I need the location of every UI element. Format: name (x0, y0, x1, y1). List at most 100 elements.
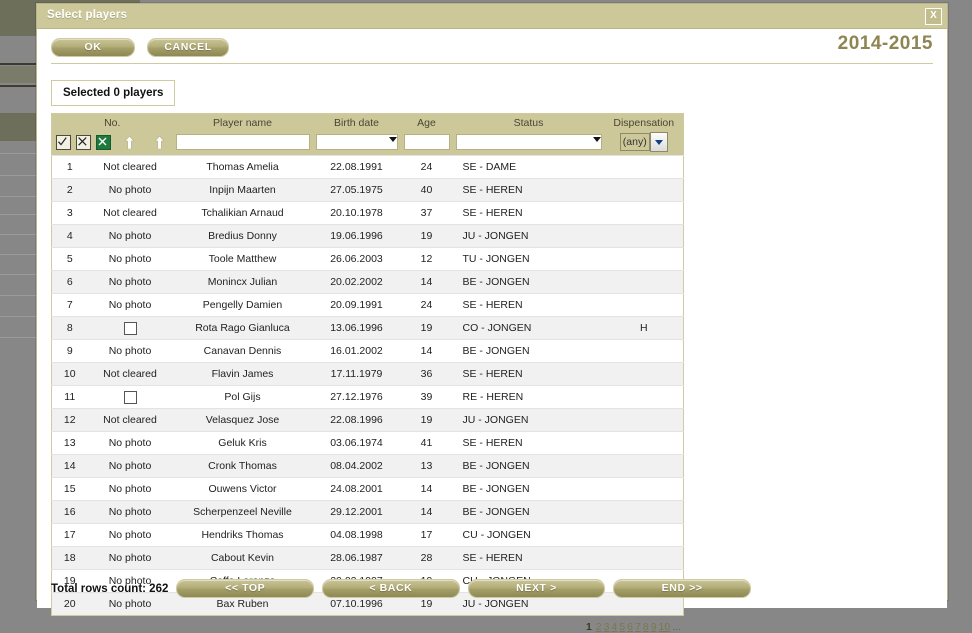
column-header-birth-date[interactable]: Birth date (313, 114, 401, 131)
pagination-page-link[interactable]: 9 (651, 621, 657, 633)
row-birth-date: 16.01.2002 (312, 339, 401, 363)
pagination-current-page: 1 (585, 621, 592, 633)
sort-ascending-arrow-icon[interactable] (124, 135, 135, 149)
pagination-page-link[interactable]: 10 (659, 621, 671, 633)
row-status: SE - HEREN (452, 293, 605, 317)
row-number: 9 (51, 339, 88, 363)
row-clearance-status: Not cleared (87, 155, 173, 179)
pagination-page-link[interactable]: 7 (635, 621, 641, 633)
row-player-name: Canavan Dennis (172, 339, 313, 363)
season-label: 2014-2015 (837, 33, 933, 54)
table-row[interactable]: 17 No photo Hendriks Thomas 04.08.1998 17 CU … (51, 523, 684, 547)
row-clearance-status: No photo (87, 224, 173, 248)
filter-birth-date-combobox[interactable] (315, 134, 398, 150)
table-row[interactable]: 14 No photo Cronk Thomas 08.04.2002 13 BE - J… (51, 454, 684, 478)
row-age: 19 (400, 224, 453, 248)
table-row[interactable]: 12 Not cleared Velasquez Jose 22.08.1996 19 J… (51, 408, 684, 432)
pagination-page-link[interactable]: 2 (596, 621, 602, 633)
pagination-page-link[interactable]: 5 (619, 621, 625, 633)
row-status: RE - HEREN (452, 385, 605, 409)
table-row[interactable]: 7 No photo Pengelly Damien 20.09.1991 24 SE -… (51, 293, 684, 317)
checkbox-icon[interactable] (123, 390, 137, 404)
column-header-player-name[interactable]: Player name (173, 114, 313, 131)
row-dispensation (604, 270, 684, 294)
row-number: 1 (51, 155, 88, 179)
row-age: 17 (400, 523, 453, 547)
row-clearance-status: No photo (87, 247, 173, 271)
row-number: 13 (51, 431, 88, 455)
check-all-icon[interactable] (56, 134, 71, 150)
table-row[interactable]: 16 No photo Scherpenzeel Neville 29.12.2001… (51, 500, 684, 524)
table-row[interactable]: 13 No photo Geluk Kris 03.06.1974 41 SE - HER… (51, 431, 684, 455)
row-birth-date: 22.08.1996 (312, 408, 401, 432)
table-row[interactable]: 2 No photo Inpijn Maarten 27.05.1975 40 SE - … (51, 178, 684, 202)
table-row[interactable]: 15 No photo Ouwens Victor 24.08.2001 14 BE - … (51, 477, 684, 501)
dialog-footer: Total rows count: 262 << TOP < BACK NEXT… (51, 579, 751, 598)
column-header-no[interactable]: No. (52, 114, 173, 131)
row-birth-date: 29.12.2001 (312, 500, 401, 524)
table-row[interactable]: 4 No photo Bredius Donny 19.06.1996 19 JU - J… (51, 224, 684, 248)
ok-button[interactable]: OK (51, 38, 135, 57)
row-age: 24 (400, 293, 453, 317)
toolbar-divider (51, 63, 933, 64)
table-row[interactable]: 8 Rota Rago Gianluca 13.06.1996 19 CO - JONG… (51, 316, 684, 340)
row-dispensation (604, 477, 684, 501)
row-age: 37 (400, 201, 453, 225)
next-page-button[interactable]: NEXT > (467, 579, 606, 598)
pagination-page-link[interactable]: 3 (604, 621, 610, 633)
table-row[interactable]: 5 No photo Toole Matthew 26.06.2003 12 TU - J… (51, 247, 684, 271)
row-age: 14 (400, 270, 453, 294)
total-rows-count: Total rows count: 262 (51, 582, 169, 595)
table-filter-row: (any) (51, 131, 684, 156)
sort-ascending-arrow-icon[interactable] (154, 135, 165, 149)
uncheck-all-icon[interactable] (76, 134, 92, 150)
pagination-page-link[interactable]: 8 (643, 621, 649, 633)
pagination-page-link[interactable]: 4 (611, 621, 617, 633)
last-page-button[interactable]: END >> (613, 579, 751, 598)
row-age: 41 (400, 431, 453, 455)
table-row[interactable]: 18 No photo Cabout Kevin 28.06.1987 28 SE - H… (51, 546, 684, 570)
selected-count-tab[interactable]: Selected 0 players (51, 80, 176, 106)
checkbox-icon[interactable] (123, 321, 137, 335)
row-clearance-status: No photo (87, 293, 173, 317)
table-row[interactable]: 3 Not cleared Tchalikian Arnaud 20.10.1978 3… (51, 201, 684, 225)
excel-export-icon[interactable] (96, 134, 112, 150)
column-header-status[interactable]: Status (453, 114, 605, 131)
row-number: 18 (51, 546, 88, 570)
filter-age-input[interactable] (403, 134, 450, 150)
column-header-age[interactable]: Age (401, 114, 453, 131)
table-row[interactable]: 10 Not cleared Flavin James 17.11.1979 36 SE … (51, 362, 684, 386)
row-birth-date: 26.06.2003 (312, 247, 401, 271)
dialog-body: OK CANCEL 2014-2015 Selected 0 players N… (37, 33, 947, 633)
chevron-down-icon[interactable] (649, 132, 668, 152)
row-status: JU - JONGEN (452, 224, 605, 248)
row-dispensation: H (604, 316, 684, 340)
pagination-more[interactable]: ... (672, 621, 681, 633)
first-page-button[interactable]: << TOP (176, 579, 315, 598)
cancel-button[interactable]: CANCEL (147, 38, 230, 57)
close-icon[interactable]: X (925, 8, 942, 25)
row-age: 14 (400, 339, 453, 363)
row-clearance-status: No photo (87, 270, 173, 294)
table-row[interactable]: 9 No photo Canavan Dennis 16.01.2002 14 BE - … (51, 339, 684, 363)
table-row[interactable]: 1 Not cleared Thomas Amelia 22.08.1991 24 SE … (51, 155, 684, 179)
row-birth-date: 20.09.1991 (312, 293, 401, 317)
table-row[interactable]: 11 Pol Gijs 27.12.1976 39 RE - HEREN (51, 385, 684, 409)
pagination-page-link[interactable]: 6 (627, 621, 633, 633)
row-birth-date: 19.06.1996 (312, 224, 401, 248)
row-dispensation (604, 293, 684, 317)
filter-dispensation-select[interactable]: (any) (605, 131, 684, 155)
row-clearance-status: Not cleared (87, 408, 173, 432)
row-birth-date: 04.08.1998 (312, 523, 401, 547)
column-header-dispensation[interactable]: Dispensation (605, 114, 684, 131)
row-dispensation (604, 155, 684, 179)
row-player-name: Geluk Kris (172, 431, 313, 455)
filter-status-combobox[interactable] (455, 134, 602, 150)
row-select-checkbox[interactable] (87, 316, 173, 340)
table-row[interactable]: 6 No photo Monincx Julian 20.02.2002 14 BE - … (51, 270, 684, 294)
row-status: CU - JONGEN (452, 523, 605, 547)
row-select-checkbox[interactable] (87, 385, 173, 409)
previous-page-button[interactable]: < BACK (322, 579, 460, 598)
row-birth-date: 27.05.1975 (312, 178, 401, 202)
filter-player-name-input[interactable] (175, 134, 310, 150)
